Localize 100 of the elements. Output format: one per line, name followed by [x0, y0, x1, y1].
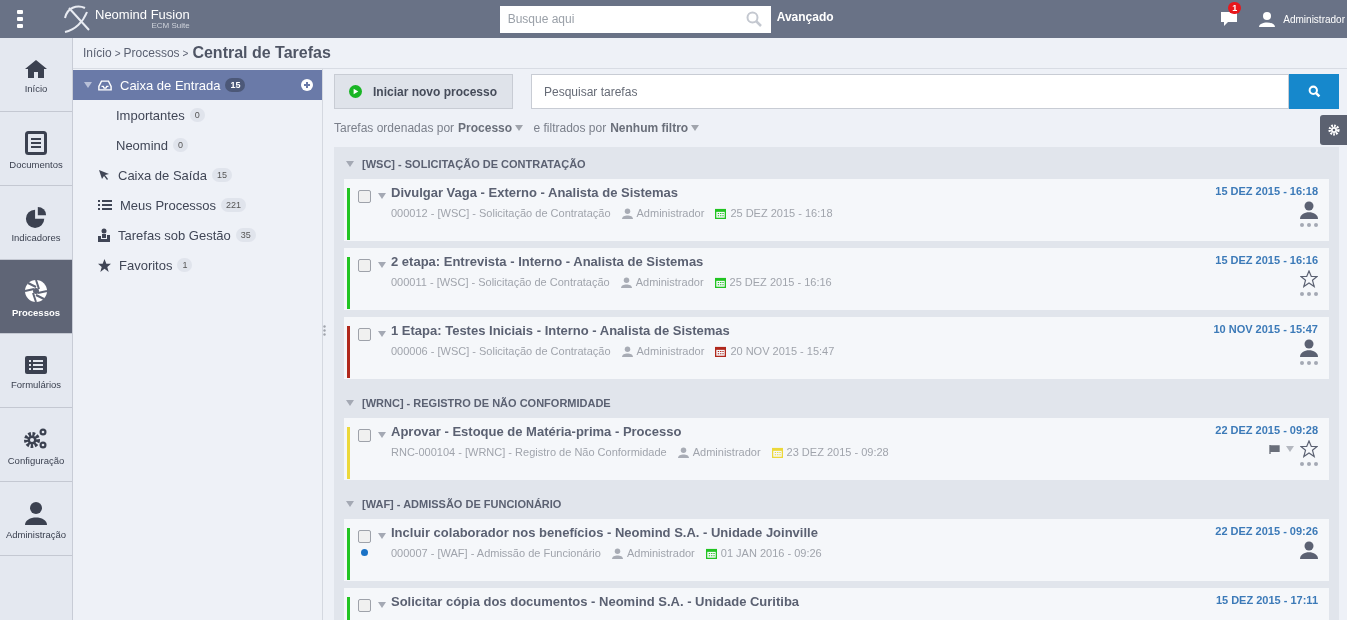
filter-dropdown[interactable]: Nenhum filtro	[610, 121, 700, 135]
settings-button[interactable]	[1320, 115, 1347, 145]
checkbox[interactable]	[358, 259, 371, 272]
nav-item[interactable]: Processos	[0, 260, 72, 334]
nav-item[interactable]: Administração	[0, 482, 72, 556]
group-title: [WAF] - ADMISSÃO DE FUNCIONÁRIO	[362, 498, 562, 510]
user-icon	[24, 501, 48, 525]
breadcrumb-link[interactable]: Processos	[123, 46, 180, 60]
task-date: 22 DEZ 2015 - 09:26	[1215, 525, 1318, 537]
count-badge: 0	[189, 108, 205, 122]
user-icon	[621, 207, 633, 219]
star-outline-icon[interactable]	[1300, 440, 1318, 458]
document-icon	[25, 131, 47, 155]
chat-icon[interactable]	[1220, 11, 1239, 27]
count-badge: 15	[211, 168, 232, 182]
cursor-icon	[98, 169, 110, 181]
count-badge: 0	[173, 138, 189, 152]
user-icon[interactable]	[1300, 201, 1318, 219]
nav-item[interactable]: Configuração	[0, 408, 72, 482]
search-field[interactable]: Busque aqui	[499, 5, 771, 33]
task-card[interactable]: Divulgar Vaga - Externo - Analista de Sistemas 000012 - [WSC] - Solicitação de Contratação Administrador 25 DEZ 2015 - 16:18 15 DEZ 2015 - 16:18	[344, 179, 1329, 241]
caret-icon[interactable]	[378, 532, 386, 540]
user-icon	[677, 446, 689, 458]
task-due-date: 20 NOV 2015 - 15:47	[730, 345, 835, 357]
gears-icon	[23, 427, 49, 451]
sort-dropdown[interactable]: Processo	[458, 121, 524, 135]
breadcrumb-separator: >	[182, 48, 189, 59]
resize-handle[interactable]	[323, 325, 326, 336]
tree-item-label: Caixa de Saída	[118, 167, 207, 183]
user-icon[interactable]	[1259, 11, 1276, 27]
search-icon[interactable]	[745, 10, 762, 27]
tree-item-label: Importantes	[116, 107, 185, 123]
task-due-date: 25 DEZ 2015 - 16:18	[730, 207, 833, 219]
filter-label: e filtrados por	[533, 121, 607, 135]
user-icon[interactable]	[1300, 541, 1318, 559]
advanced-search-link[interactable]: Avançado	[776, 10, 834, 24]
task-assignee: Administrador	[636, 207, 705, 219]
search-button[interactable]	[1289, 74, 1339, 109]
star-icon	[98, 258, 111, 272]
caret-icon[interactable]	[346, 399, 354, 407]
task-card[interactable]: 2 etapa: Entrevista - Interno - Analista de Sistemas 000011 - [WSC] - Solicitação de Contratação Administrador 25 DEZ 2015 - 16:16 15 DEZ 2015 - 16:16	[344, 248, 1329, 310]
task-title[interactable]: Incluir colaborador nos benefícios - Neomind S.A. - Unidade Joinville	[391, 525, 1216, 540]
tree-item-label: Neomind	[116, 137, 169, 153]
caret-icon	[691, 124, 700, 132]
flag-icon[interactable]	[1269, 444, 1280, 454]
search-icon	[1307, 85, 1321, 98]
tree-item[interactable]: Tarefas sob Gestão 35	[73, 220, 322, 250]
caret-icon[interactable]	[378, 261, 386, 269]
caret-icon[interactable]	[378, 330, 386, 338]
task-date: 10 NOV 2015 - 15:47	[1213, 323, 1318, 335]
checkbox[interactable]	[358, 190, 371, 203]
task-date: 15 DEZ 2015 - 16:18	[1215, 185, 1318, 197]
tree-item[interactable]: Favoritos 1	[73, 250, 322, 280]
count-badge: 15	[225, 78, 246, 92]
star-outline-icon[interactable]	[1300, 270, 1318, 288]
sort-label: Tarefas ordenadas por	[334, 121, 455, 135]
add-icon[interactable]	[301, 79, 313, 91]
task-title[interactable]: Divulgar Vaga - Externo - Analista de Sistemas	[391, 185, 1216, 200]
task-assignee: Administrador	[692, 446, 761, 458]
settings-icon	[1327, 124, 1340, 136]
breadcrumb-link[interactable]: Início	[83, 46, 112, 60]
task-title[interactable]: 2 etapa: Entrevista - Interno - Analista de Sistemas	[391, 254, 1216, 269]
user-name[interactable]: Administrador	[1283, 13, 1345, 25]
caret-icon[interactable]	[378, 192, 386, 200]
task-card[interactable]: Aprovar - Estoque de Matéria-prima - Processo RNC-000104 - [WRNC] - Registro de Não Conformidade Administrador 23 DEZ 2015 - 09:28 22 DEZ 2015 - 09:28	[344, 418, 1329, 480]
task-date: 15 DEZ 2015 - 16:16	[1215, 254, 1318, 266]
caret-icon[interactable]	[346, 500, 354, 508]
tree-item[interactable]: Caixa de Entrada 15	[73, 70, 322, 100]
tree-item[interactable]: Importantes 0	[73, 100, 322, 130]
task-title[interactable]: 1 Etapa: Testes Iniciais - Interno - Analista de Sistemas	[391, 323, 1214, 338]
logo-subtitle: ECM Suite	[151, 22, 190, 30]
user-icon[interactable]	[1300, 339, 1318, 357]
task-card[interactable]: Solicitar cópia dos documentos - Neomind S.A. - Unidade Curitiba 15 DEZ 2015 - 17:11	[344, 588, 1329, 620]
caret-icon[interactable]	[1286, 445, 1294, 453]
nav-item[interactable]: Documentos	[0, 112, 72, 186]
task-process: RNC-000104 - [WRNC] - Registro de Não Conformidade	[391, 446, 667, 458]
caret-icon[interactable]	[84, 81, 92, 89]
task-title[interactable]: Aprovar - Estoque de Matéria-prima - Processo	[391, 424, 1216, 439]
checkbox[interactable]	[358, 328, 371, 341]
task-search-field[interactable]: Pesquisar tarefas	[531, 74, 1289, 109]
menu-icon[interactable]	[17, 10, 23, 28]
task-assignee: Administrador	[636, 345, 705, 357]
tree-item-label: Tarefas sob Gestão	[118, 227, 231, 243]
caret-icon[interactable]	[378, 601, 386, 609]
task-date: 22 DEZ 2015 - 09:28	[1215, 424, 1318, 436]
checkbox[interactable]	[358, 429, 371, 442]
home-icon	[24, 59, 48, 79]
nav-item[interactable]: Formulários	[0, 334, 72, 408]
checkbox[interactable]	[358, 599, 371, 612]
tree-item[interactable]: Meus Processos 221	[73, 190, 322, 220]
caret-icon[interactable]	[346, 160, 354, 168]
checkbox[interactable]	[358, 530, 371, 543]
task-card[interactable]: Incluir colaborador nos benefícios - Neomind S.A. - Unidade Joinville 000007 - [WAF] - Admissão de Funcionário Administrador 01 JAN 2016 - 09:26 22 DEZ 2015 - 09:26	[344, 519, 1329, 581]
new-process-button[interactable]: Iniciar novo processo	[334, 74, 513, 109]
tree-item[interactable]: Neomind 0	[73, 130, 322, 160]
task-title[interactable]: Solicitar cópia dos documentos - Neomind S.A. - Unidade Curitiba	[391, 594, 1216, 609]
caret-icon[interactable]	[378, 431, 386, 439]
task-card[interactable]: 1 Etapa: Testes Iniciais - Interno - Analista de Sistemas 000006 - [WSC] - Solicitação de Contratação Administrador 20 NOV 2015 - 15:47 10 NOV 2015 - 15:47	[344, 317, 1329, 379]
tree-item[interactable]: Caixa de Saída 15	[73, 160, 322, 190]
nav-item[interactable]: Início	[0, 38, 72, 112]
